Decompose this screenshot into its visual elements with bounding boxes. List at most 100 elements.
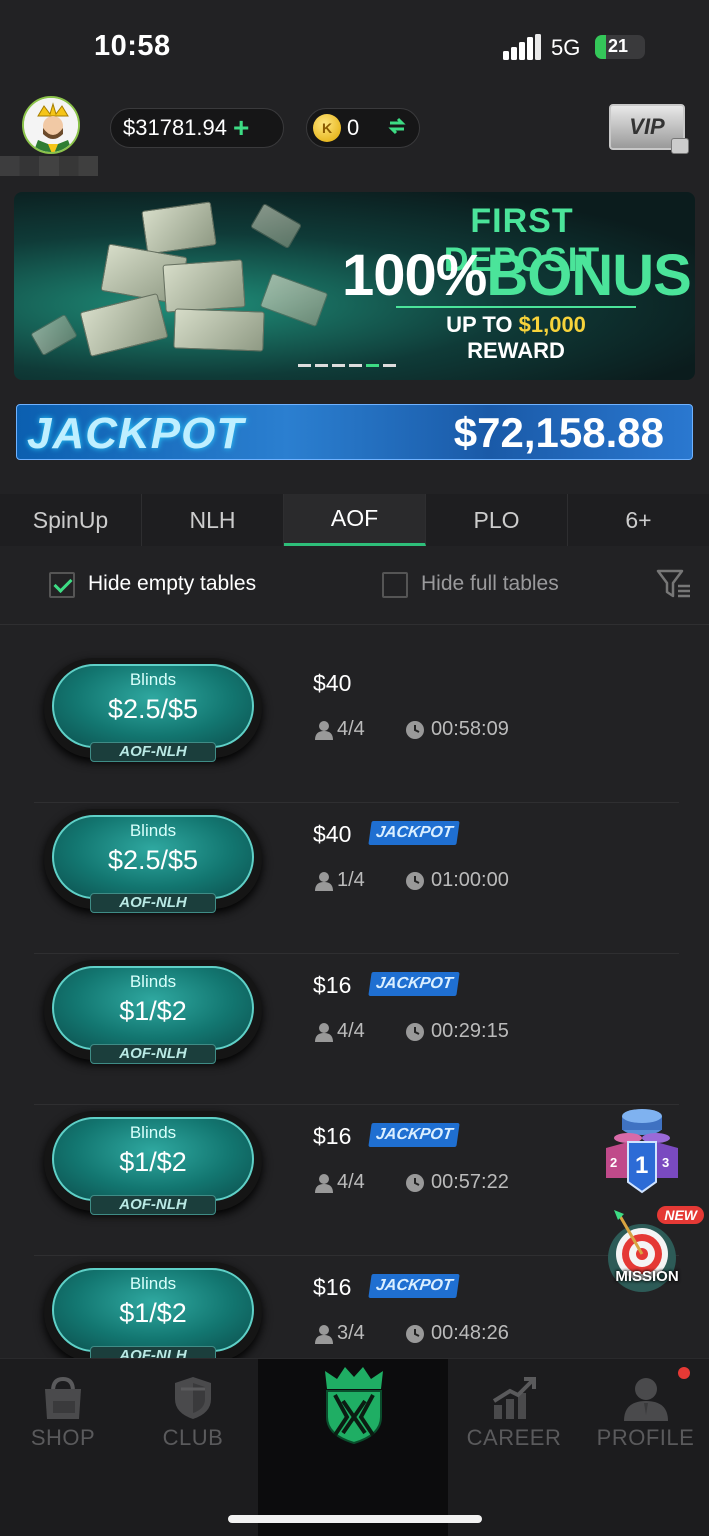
vip-label: VIP	[629, 114, 665, 139]
poker-table-icon: Blinds $1/$2 AOF-NLH	[44, 1111, 262, 1215]
poker-table-icon: Blinds $1/$2 AOF-NLH	[44, 960, 262, 1064]
nav-club-label: CLUB	[162, 1425, 224, 1450]
nav-profile[interactable]: PROFILE	[582, 1359, 709, 1469]
filter-icon[interactable]	[656, 568, 692, 600]
clock-icon	[406, 871, 424, 890]
avatar[interactable]	[22, 96, 80, 154]
blinds-label: Blinds	[129, 821, 177, 840]
table-row[interactable]: Blinds $2.5/$5 AOF-NLH $40 4/4 00:58:09	[0, 652, 709, 803]
pagination-dot[interactable]	[366, 364, 379, 367]
rank-2: 2	[610, 1155, 618, 1170]
blinds-label: Blinds	[129, 1274, 177, 1293]
person-icon	[623, 1378, 668, 1421]
blinds-value: $2.5/$5	[107, 694, 199, 724]
game-type-label: AOF-NLH	[90, 1044, 216, 1064]
coin-pill[interactable]: K 0	[306, 108, 420, 148]
hide-empty-checkbox[interactable]	[49, 572, 75, 598]
leaderboard-icon[interactable]: 2 1 3	[598, 1098, 686, 1198]
balance-pill[interactable]: $31781.94 +	[110, 108, 284, 148]
table-timer: 00:29:15	[405, 1020, 509, 1043]
filter-bar: Hide empty tables Hide full tables	[0, 560, 709, 610]
nav-shop-label: SHOP	[30, 1425, 96, 1450]
tab-aof[interactable]: AOF	[284, 494, 426, 546]
table-timer: 01:00:00	[405, 869, 509, 892]
lock-icon	[671, 138, 689, 154]
new-badge: NEW	[657, 1206, 704, 1224]
clock-icon	[406, 1324, 424, 1343]
clock-icon	[406, 1173, 424, 1192]
pagination-dot[interactable]	[298, 364, 311, 367]
mission-label: MISSION	[615, 1268, 679, 1285]
nav-home[interactable]	[258, 1359, 448, 1536]
hide-empty-label[interactable]: Hide empty tables	[88, 572, 256, 596]
username-redacted	[0, 156, 98, 176]
jackpot-label: JACKPOT	[27, 409, 245, 458]
tab-spinup[interactable]: SpinUp	[0, 494, 142, 546]
tab-6plus[interactable]: 6+	[568, 494, 709, 546]
banner-bonus: 100%BONUS	[342, 243, 692, 308]
pagination-dot[interactable]	[383, 364, 396, 367]
hide-full-checkbox[interactable]	[382, 572, 408, 598]
tab-plo[interactable]: PLO	[426, 494, 568, 546]
jackpot-bar[interactable]: JACKPOT $72,158.88	[16, 404, 693, 460]
player-count: 4/4	[313, 1171, 365, 1194]
blinds-value: $1/$2	[119, 996, 187, 1026]
cellular-signal-icon	[503, 34, 541, 60]
person-icon	[315, 1324, 333, 1344]
pagination-dot[interactable]	[315, 364, 328, 367]
balance-amount: $31781.94	[123, 115, 227, 140]
exchange-icon[interactable]	[387, 116, 407, 141]
person-icon	[315, 1022, 333, 1042]
player-count: 3/4	[313, 1322, 365, 1345]
blinds-label: Blinds	[129, 972, 177, 991]
status-time: 10:58	[94, 30, 171, 62]
notification-dot	[678, 1367, 690, 1379]
growth-chart-icon	[492, 1377, 536, 1419]
blinds-value: $1/$2	[119, 1298, 187, 1328]
network-type: 5G	[551, 35, 581, 60]
nav-shop[interactable]: SHOP	[0, 1359, 126, 1469]
vip-button[interactable]: VIP	[609, 104, 689, 154]
game-type-label: AOF-NLH	[90, 742, 216, 762]
table-timer: 00:57:22	[405, 1171, 509, 1194]
plus-icon[interactable]: +	[233, 114, 249, 142]
jackpot-tag: JACKPOT	[368, 972, 461, 996]
pagination-dot[interactable]	[332, 364, 345, 367]
person-icon	[315, 720, 333, 740]
table-timer: 00:58:09	[405, 718, 509, 741]
table-row[interactable]: Blinds $1/$2 AOF-NLH $16 JACKPOT 4/4 00:…	[0, 954, 709, 1105]
table-row[interactable]: Blinds $2.5/$5 AOF-NLH $40 JACKPOT 1/4 0…	[0, 803, 709, 954]
jackpot-value: $72,158.88	[453, 409, 664, 456]
table-timer: 00:48:26	[405, 1322, 509, 1345]
rank-3: 3	[662, 1155, 670, 1170]
player-count: 4/4	[313, 718, 365, 741]
blinds-label: Blinds	[129, 1123, 177, 1142]
blinds-value: $2.5/$5	[107, 845, 199, 875]
pagination-dot[interactable]	[349, 364, 362, 367]
coin-amount: 0	[347, 115, 360, 140]
person-icon	[315, 871, 333, 891]
rank-1: 1	[635, 1152, 649, 1179]
home-indicator	[228, 1515, 482, 1523]
game-type-label: AOF-NLH	[90, 1195, 216, 1215]
mission-button[interactable]: NEW MISSION	[600, 1206, 704, 1302]
filter-divider	[0, 624, 709, 625]
game-tabs: SpinUp NLH AOF PLO 6+	[0, 494, 709, 546]
jackpot-tag: JACKPOT	[368, 1274, 461, 1298]
player-count: 1/4	[313, 869, 365, 892]
tab-nlh[interactable]: NLH	[142, 494, 284, 546]
nav-career[interactable]: CAREER	[448, 1359, 580, 1469]
clock-icon	[406, 720, 424, 739]
hide-full-label[interactable]: Hide full tables	[421, 572, 559, 596]
coin-icon: K	[313, 114, 341, 142]
nav-club[interactable]: CLUB	[128, 1359, 258, 1469]
poker-table-icon: Blinds $2.5/$5 AOF-NLH	[44, 658, 262, 762]
person-icon	[315, 1173, 333, 1193]
buyin-amount: $40	[313, 670, 352, 696]
jackpot-tag: JACKPOT	[368, 821, 461, 845]
banner-subtitle: UP TO $1,000 REWARD	[396, 306, 636, 364]
buyin-amount: $16	[313, 1123, 352, 1149]
home-logo-icon	[325, 1367, 383, 1445]
nav-career-label: CAREER	[466, 1425, 562, 1450]
promo-banner[interactable]: FIRST DEPOSIT 100%BONUS UP TO $1,000 REW…	[14, 192, 695, 380]
